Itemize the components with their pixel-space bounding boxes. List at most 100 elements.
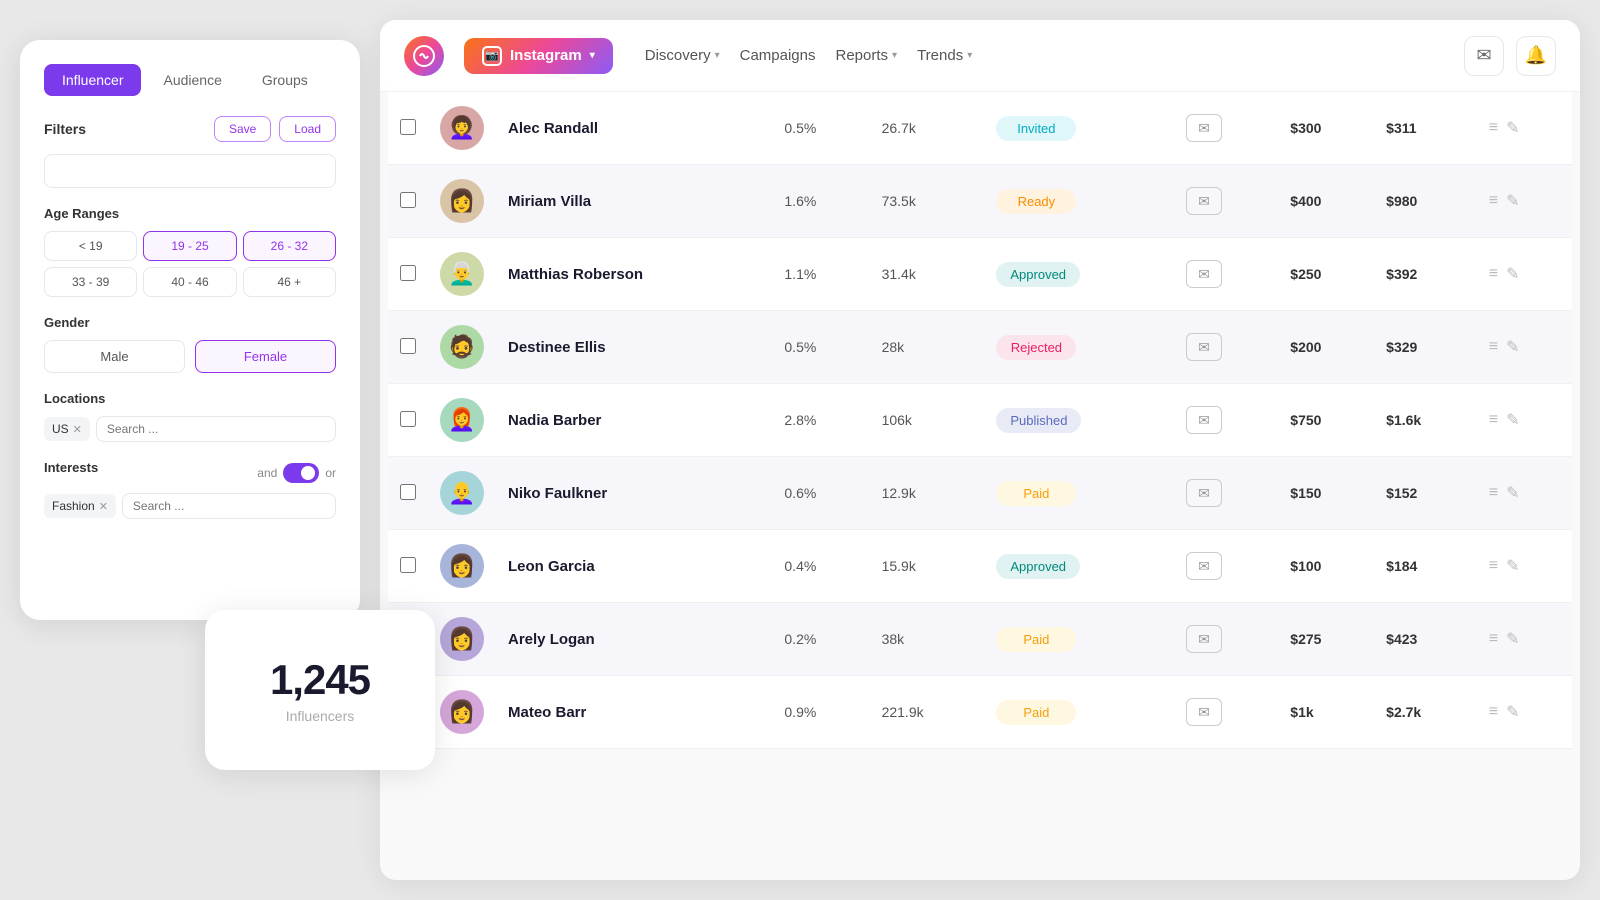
row-mail-cell: ✉ <box>1174 92 1278 165</box>
app-logo <box>404 36 444 76</box>
row-price2: $152 <box>1374 457 1477 530</box>
edit-icon[interactable]: ✎ <box>1506 191 1519 211</box>
row-mail-cell: ✉ <box>1174 530 1278 603</box>
trends-chevron: ▾ <box>967 50 972 61</box>
nav-campaigns[interactable]: Campaigns <box>740 41 816 70</box>
mail-icon[interactable]: ✉ <box>1186 479 1222 507</box>
gender-female-btn[interactable]: Female <box>195 340 336 373</box>
list-icon[interactable]: ≡ <box>1489 557 1498 575</box>
nav-discovery[interactable]: Discovery ▾ <box>645 41 720 70</box>
interest-search-input[interactable] <box>122 493 336 519</box>
nav-reports[interactable]: Reports ▾ <box>836 41 898 70</box>
list-icon[interactable]: ≡ <box>1489 338 1498 356</box>
edit-icon[interactable]: ✎ <box>1506 337 1519 357</box>
gender-title: Gender <box>44 315 336 330</box>
nav-right: ✉ 🔔 <box>1464 36 1556 76</box>
row-avatar-cell: 👩 <box>428 603 496 676</box>
row-actions: ≡ ✎ <box>1477 165 1572 238</box>
avatar: 👩 <box>440 544 484 588</box>
load-button[interactable]: Load <box>279 116 336 142</box>
row-checkbox[interactable] <box>400 119 416 135</box>
gender-male-btn[interactable]: Male <box>44 340 185 373</box>
status-badge: Approved <box>996 262 1080 287</box>
tab-audience[interactable]: Audience <box>145 64 239 96</box>
instagram-label: Instagram <box>510 47 582 64</box>
interest-tag-fashion: Fashion ✕ <box>44 494 116 518</box>
status-badge: Paid <box>996 627 1076 652</box>
mail-icon[interactable]: ✉ <box>1186 114 1222 142</box>
row-avatar-cell: 👩‍🦰 <box>428 384 496 457</box>
row-price1: $200 <box>1278 311 1374 384</box>
tab-influencer[interactable]: Influencer <box>44 64 141 96</box>
nav-trends[interactable]: Trends ▾ <box>917 41 972 70</box>
row-mail-cell: ✉ <box>1174 165 1278 238</box>
row-avatar-cell: 👩‍🦱 <box>428 92 496 165</box>
row-checkbox-cell <box>388 311 428 384</box>
influencer-table: 👩‍🦱 Alec Randall 0.5% 26.7k Invited ✉ $3… <box>388 92 1572 749</box>
list-icon[interactable]: ≡ <box>1489 703 1498 721</box>
status-badge: Approved <box>996 554 1080 579</box>
age-btn-lt19[interactable]: < 19 <box>44 231 137 261</box>
row-price2: $184 <box>1374 530 1477 603</box>
mail-icon[interactable]: ✉ <box>1186 552 1222 580</box>
row-status: Paid <box>984 457 1174 530</box>
and-or-toggle[interactable] <box>283 463 319 483</box>
list-icon[interactable]: ≡ <box>1489 119 1498 137</box>
mail-icon[interactable]: ✉ <box>1186 625 1222 653</box>
row-price2: $311 <box>1374 92 1477 165</box>
bell-nav-button[interactable]: 🔔 <box>1516 36 1556 76</box>
edit-icon[interactable]: ✎ <box>1506 629 1519 649</box>
mail-icon[interactable]: ✉ <box>1186 187 1222 215</box>
row-checkbox[interactable] <box>400 265 416 281</box>
row-checkbox[interactable] <box>400 411 416 427</box>
age-btn-40-46[interactable]: 40 - 46 <box>143 267 236 297</box>
mail-icon[interactable]: ✉ <box>1186 333 1222 361</box>
row-avatar-cell: 👩‍🦲 <box>428 457 496 530</box>
row-actions: ≡ ✎ <box>1477 457 1572 530</box>
age-btn-19-25[interactable]: 19 - 25 <box>143 231 236 261</box>
main-search-input[interactable] <box>44 154 336 188</box>
age-btn-33-39[interactable]: 33 - 39 <box>44 267 137 297</box>
mail-icon[interactable]: ✉ <box>1186 406 1222 434</box>
status-badge: Ready <box>996 189 1076 214</box>
and-or-toggle-row: and or <box>257 463 336 483</box>
row-checkbox[interactable] <box>400 338 416 354</box>
mail-icon[interactable]: ✉ <box>1186 260 1222 288</box>
edit-icon[interactable]: ✎ <box>1506 483 1519 503</box>
mail-nav-button[interactable]: ✉ <box>1464 36 1504 76</box>
row-followers: 73.5k <box>870 165 985 238</box>
count-card: 1,245 Influencers <box>205 610 435 770</box>
avatar: 👩‍🦱 <box>440 106 484 150</box>
row-checkbox[interactable] <box>400 557 416 573</box>
mail-nav-icon: ✉ <box>1476 45 1491 66</box>
table-row: 👩‍🦱 Alec Randall 0.5% 26.7k Invited ✉ $3… <box>388 92 1572 165</box>
mail-icon[interactable]: ✉ <box>1186 698 1222 726</box>
save-button[interactable]: Save <box>214 116 271 142</box>
avatar: 👨‍🦳 <box>440 252 484 296</box>
table-row: 👩 Arely Logan 0.2% 38k Paid ✉ $275 $423 … <box>388 603 1572 676</box>
nav-links: Discovery ▾ Campaigns Reports ▾ Trends ▾ <box>645 41 1444 70</box>
row-checkbox[interactable] <box>400 192 416 208</box>
edit-icon[interactable]: ✎ <box>1506 410 1519 430</box>
location-search-input[interactable] <box>96 416 336 442</box>
age-btn-26-32[interactable]: 26 - 32 <box>243 231 336 261</box>
edit-icon[interactable]: ✎ <box>1506 702 1519 722</box>
row-status: Ready <box>984 165 1174 238</box>
list-icon[interactable]: ≡ <box>1489 192 1498 210</box>
row-checkbox[interactable] <box>400 484 416 500</box>
age-btn-46plus[interactable]: 46 + <box>243 267 336 297</box>
edit-icon[interactable]: ✎ <box>1506 118 1519 138</box>
edit-icon[interactable]: ✎ <box>1506 556 1519 576</box>
edit-icon[interactable]: ✎ <box>1506 264 1519 284</box>
list-icon[interactable]: ≡ <box>1489 484 1498 502</box>
remove-location-us[interactable]: ✕ <box>73 423 82 436</box>
list-icon[interactable]: ≡ <box>1489 411 1498 429</box>
list-icon[interactable]: ≡ <box>1489 630 1498 648</box>
remove-interest-fashion[interactable]: ✕ <box>99 500 108 513</box>
list-icon[interactable]: ≡ <box>1489 265 1498 283</box>
tab-groups[interactable]: Groups <box>244 64 326 96</box>
row-followers: 31.4k <box>870 238 985 311</box>
instagram-platform-btn[interactable]: 📷 Instagram ▾ <box>464 38 613 74</box>
avatar: 👩 <box>440 179 484 223</box>
filter-panel: Influencer Audience Groups Filters Save … <box>20 40 360 620</box>
